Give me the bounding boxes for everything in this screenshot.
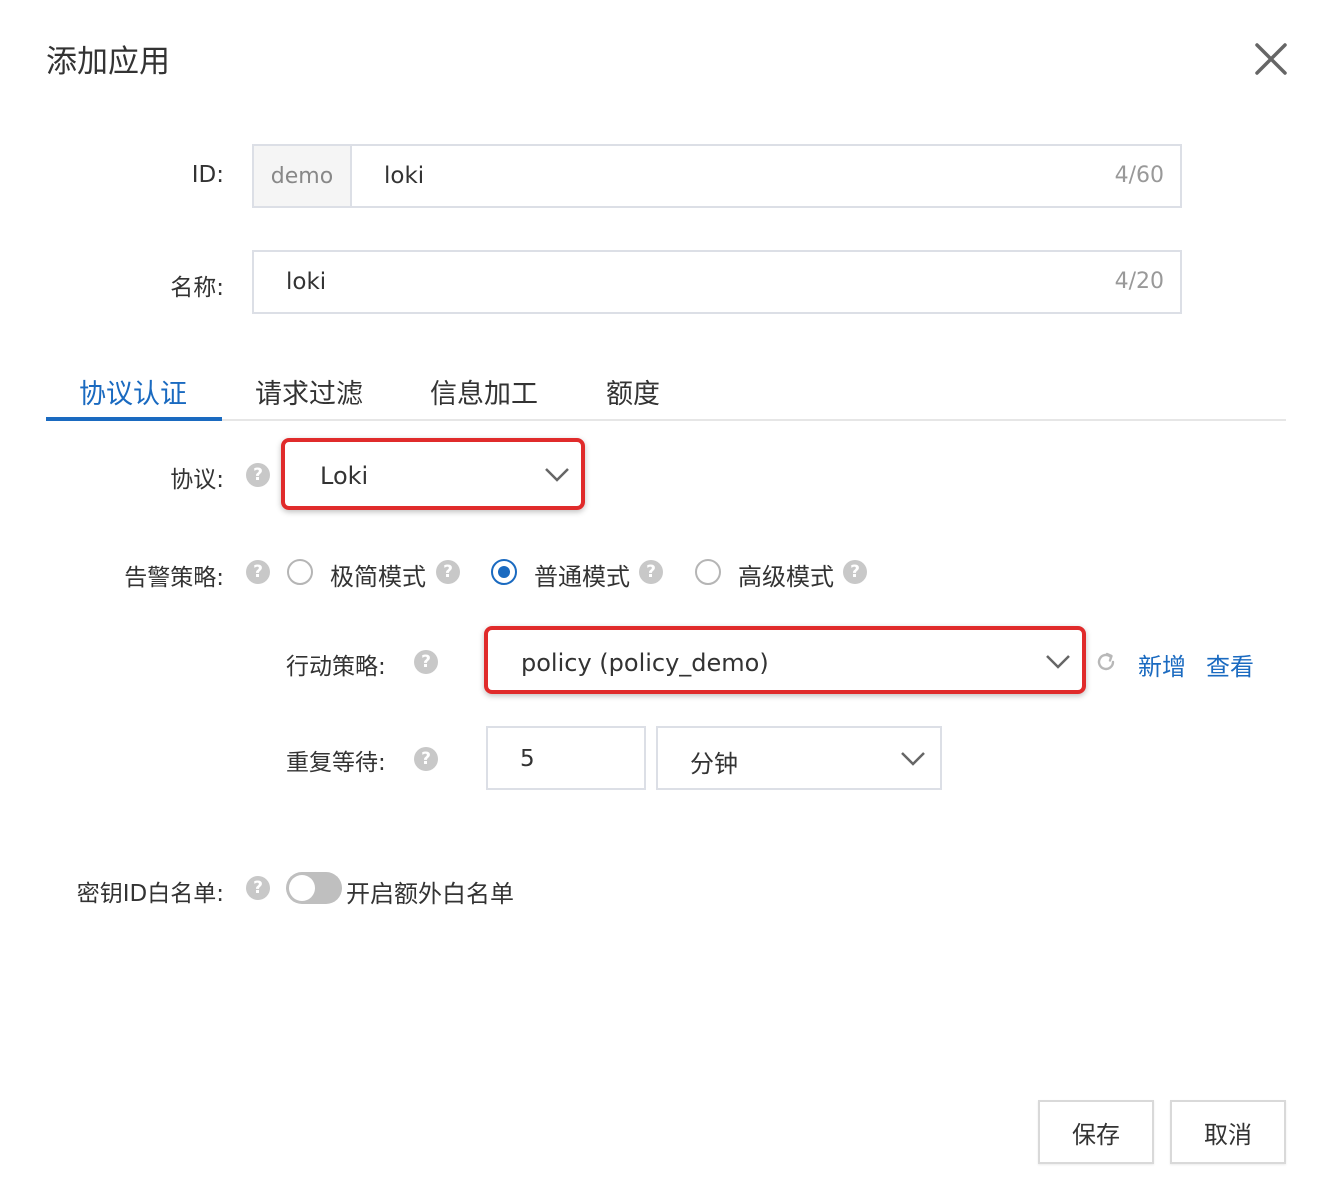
repeat-wait-value[interactable]: 5 — [520, 746, 535, 772]
repeat-wait-label: 重复等待: — [286, 750, 386, 776]
action-policy-label: 行动策略: — [286, 654, 386, 680]
radio-normal-mode[interactable] — [491, 559, 517, 585]
radio-normal-mode-label[interactable]: 普通模式 — [534, 557, 630, 592]
protocol-selected-value: Loki — [320, 462, 369, 490]
repeat-wait-help-icon[interactable]: ? — [414, 747, 438, 771]
protocol-select[interactable]: Loki — [281, 438, 585, 510]
action-policy-select[interactable]: policy (policy_demo) — [484, 626, 1086, 694]
repeat-wait-unit-select[interactable]: 分钟 — [656, 726, 942, 790]
alert-policy-help-icon[interactable]: ? — [246, 560, 270, 584]
save-button[interactable]: 保存 — [1038, 1100, 1154, 1164]
tab-info-processing[interactable]: 信息加工 — [430, 372, 538, 411]
radio-advanced-mode-label[interactable]: 高级模式 — [738, 557, 834, 592]
toggle-knob — [289, 875, 315, 901]
radio-advanced-mode[interactable] — [695, 559, 721, 585]
action-policy-help-icon[interactable]: ? — [414, 650, 438, 674]
repeat-wait-unit-value: 分钟 — [690, 750, 738, 778]
key-whitelist-help-icon[interactable]: ? — [246, 876, 270, 900]
chevron-down-icon — [545, 468, 569, 482]
repeat-wait-input[interactable]: 5 — [486, 726, 646, 790]
add-policy-link[interactable]: 新增 — [1138, 647, 1186, 682]
protocol-help-icon[interactable]: ? — [246, 463, 270, 487]
tab-request-filter[interactable]: 请求过滤 — [255, 372, 363, 411]
dialog-title: 添加应用 — [46, 44, 170, 80]
tab-quota[interactable]: 额度 — [606, 372, 660, 411]
whitelist-toggle[interactable] — [286, 872, 342, 904]
advanced-mode-help-icon[interactable]: ? — [843, 560, 867, 584]
id-prefix: demo — [254, 146, 352, 206]
normal-mode-help-icon[interactable]: ? — [639, 560, 663, 584]
minimal-mode-help-icon[interactable]: ? — [436, 560, 460, 584]
action-policy-selected-value: policy (policy_demo) — [521, 649, 769, 677]
name-input-value[interactable]: loki — [286, 269, 326, 295]
view-policy-link[interactable]: 查看 — [1206, 647, 1254, 682]
id-counter: 4/60 — [1114, 163, 1164, 188]
refresh-icon[interactable] — [1094, 650, 1118, 674]
key-whitelist-label: 密钥ID白名单: — [76, 881, 224, 907]
whitelist-toggle-label: 开启额外白名单 — [346, 880, 514, 908]
id-field[interactable]: demo loki 4/60 — [252, 144, 1182, 208]
id-label: ID: — [191, 162, 224, 188]
radio-minimal-mode-label[interactable]: 极简模式 — [330, 557, 426, 592]
cancel-button[interactable]: 取消 — [1170, 1100, 1286, 1164]
tab-active-indicator — [46, 417, 222, 421]
protocol-label: 协议: — [170, 467, 224, 493]
name-field[interactable]: loki 4/20 — [252, 250, 1182, 314]
chevron-down-icon — [901, 752, 925, 766]
name-label: 名称: — [170, 275, 224, 301]
name-counter: 4/20 — [1114, 269, 1164, 294]
radio-minimal-mode[interactable] — [287, 559, 313, 585]
chevron-down-icon — [1046, 655, 1070, 669]
alert-policy-label: 告警策略: — [124, 565, 224, 591]
tab-protocol-auth[interactable]: 协议认证 — [79, 372, 187, 411]
tab-divider — [46, 419, 1286, 421]
id-input-value[interactable]: loki — [384, 163, 424, 189]
close-icon[interactable] — [1252, 40, 1290, 78]
